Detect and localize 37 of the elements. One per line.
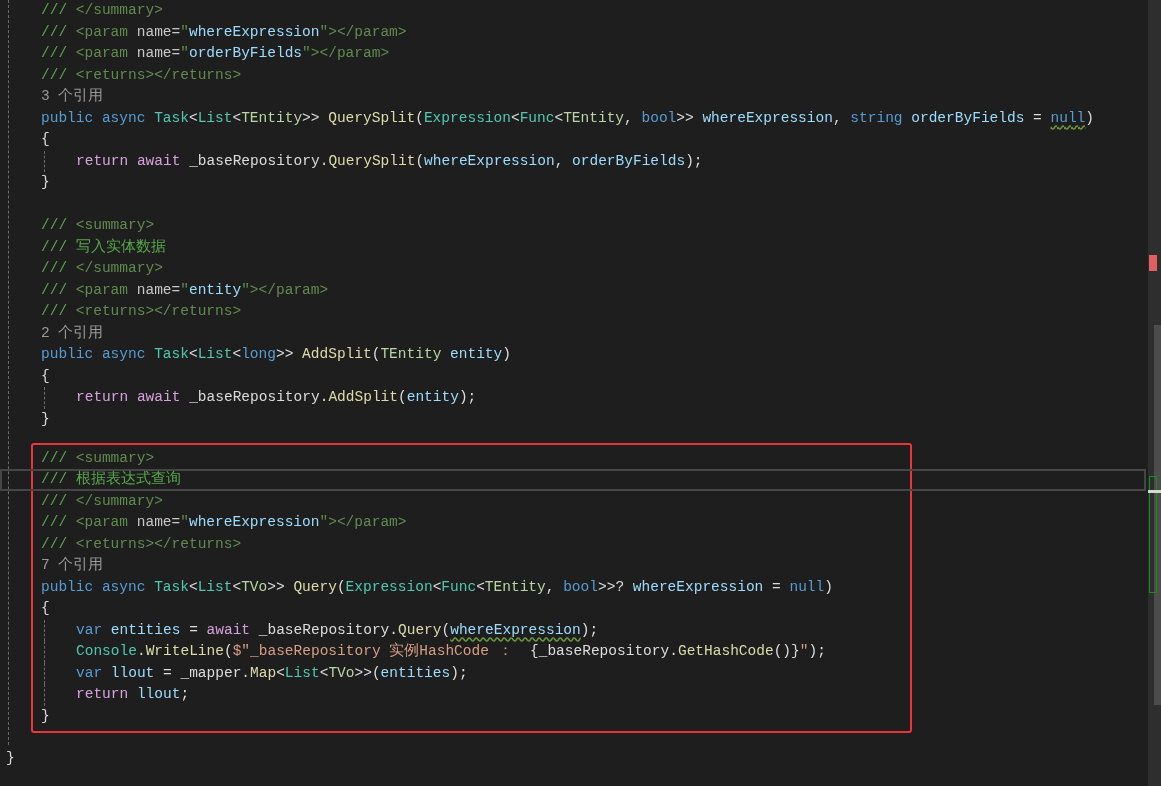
code-line: return llout; [76, 686, 190, 702]
code-line: public async Task<List<TEntity>> QuerySplit(Expression<Func<TEntity, bool>> whereExpression, string orderByFields = null) [41, 109, 1094, 126]
code-line: /// </summary> [41, 492, 163, 509]
code-line: /// <param name="whereExpression"></param> [41, 23, 407, 40]
code-line: /// <param name="whereExpression"></param> [41, 514, 407, 530]
reference-count-link[interactable]: 2 个引用 [41, 324, 104, 341]
code-line: Console.WriteLine($"_baseRepository 实例HashCode ： {_baseRepository.GetHashCode()}"); [76, 643, 826, 659]
code-line: /// <returns></returns> [41, 303, 242, 319]
code-line: } [6, 749, 15, 766]
caret-marker [1148, 490, 1161, 493]
scrollbar[interactable] [1148, 0, 1161, 786]
code-line: { [41, 367, 50, 384]
code-line: /// </summary> [41, 2, 163, 18]
code-line: /// <param name="entity"></param> [41, 281, 329, 298]
code-line: public async Task<List<long>> AddSplit(TEntity entity) [41, 346, 511, 362]
code-line: var llout = _mapper.Map<List<TVo>>(entities); [76, 664, 468, 681]
code-line: /// <summary> [41, 217, 155, 233]
code-line: return await _baseRepository.AddSplit(entity); [76, 389, 477, 405]
code-line: /// <returns></returns> [41, 535, 242, 552]
code-line: /// 写入实体数据 [41, 238, 166, 255]
code-line: public async Task<List<TVo>> Query(Expression<Func<TEntity, bool>>? whereExpression = null) [41, 578, 833, 595]
error-marker [1149, 255, 1157, 271]
reference-count-link[interactable]: 3 个引用 [41, 88, 104, 104]
code-line: /// <returns></returns> [41, 66, 242, 83]
scrollbar-thumb[interactable] [1154, 325, 1161, 705]
code-line: /// 根据表达式查询 [41, 471, 181, 487]
reference-count-link[interactable]: 7 个引用 [41, 557, 104, 573]
code-line: } [41, 707, 50, 724]
code-line: { [41, 131, 50, 147]
code-line: } [41, 410, 50, 427]
code-line: } [41, 174, 50, 190]
code-line: /// </summary> [41, 260, 163, 276]
code-line: /// <param name="orderByFields"></param> [41, 45, 390, 61]
code-line: /// <summary> [41, 449, 155, 466]
code-line: return await _baseRepository.QuerySplit(whereExpression, orderByFields); [76, 152, 703, 169]
code-line: { [41, 600, 50, 616]
code-line: var entities = await _baseRepository.Query(whereExpression); [76, 621, 599, 638]
